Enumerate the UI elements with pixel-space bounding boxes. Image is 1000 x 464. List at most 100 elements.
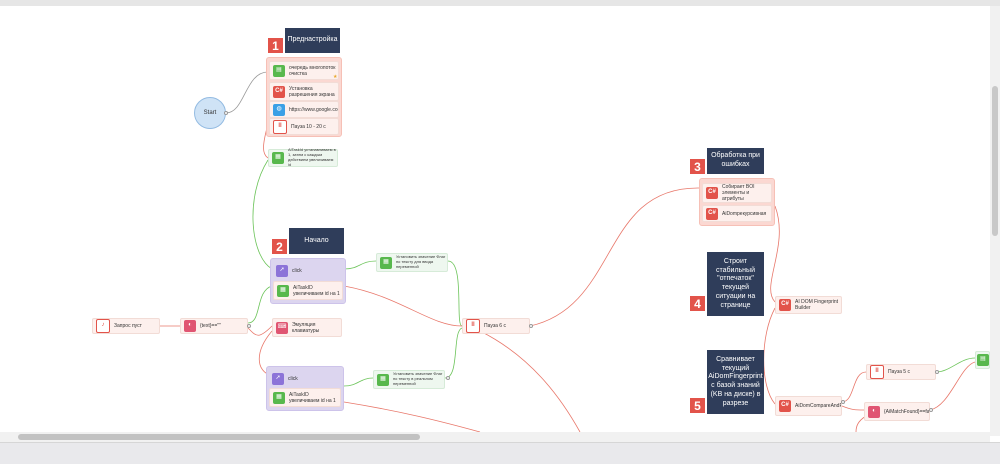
section-number-2: 2 bbox=[272, 239, 287, 254]
link-inc1-pause6 bbox=[343, 285, 463, 327]
node-set-resolution[interactable]: C# Установка разрешения экрана bbox=[269, 82, 339, 101]
section-number-1: 1 bbox=[268, 38, 283, 53]
link-fingerprint-compare bbox=[763, 307, 776, 405]
node-label: AI DOM Fingerprint Builder bbox=[795, 299, 839, 311]
node-label: Собирает BOI элементы и атрибуты bbox=[722, 184, 755, 202]
node-queue-clear[interactable]: ▤ очередь многопоток очистка bbox=[269, 61, 339, 80]
horizontal-scroll-thumb[interactable] bbox=[18, 434, 420, 440]
node-text-condition[interactable]: ◐ {text}=="" bbox=[180, 318, 248, 334]
node-label: AiTaskId устанавливаем в 1, затем с кажд… bbox=[288, 148, 336, 167]
star-icon: ★ bbox=[333, 74, 338, 80]
link-condition-click1 bbox=[247, 285, 273, 324]
node-ai-match-found[interactable]: ◐ {AiMatchFound}==false bbox=[864, 402, 930, 421]
node-document-end[interactable]: ▤ bbox=[975, 351, 990, 369]
vertical-scrollbar[interactable] bbox=[990, 6, 1000, 436]
link-aitask-click1 bbox=[252, 159, 273, 270]
section-number-4: 4 bbox=[690, 296, 705, 311]
grid-icon: ▦ bbox=[380, 256, 392, 269]
vertical-scroll-thumb[interactable] bbox=[992, 86, 998, 236]
link-compare-match bbox=[841, 405, 865, 411]
node-set-flag1[interactable]: ▦ Установить значение Флаг по тексту для… bbox=[376, 253, 448, 272]
node-ai-task-inc2[interactable]: ▦ AiTaskID увеличиваем id на 1 bbox=[269, 388, 341, 407]
document-icon: ▤ bbox=[977, 354, 989, 366]
node-ai-task-inc1[interactable]: ▦ AiTaskID увеличиваем id на 1 bbox=[273, 281, 343, 300]
node-label: Установка разрешения экрана bbox=[289, 85, 335, 98]
node-click2[interactable]: ➚ click bbox=[269, 370, 341, 387]
node-label: очередь многопоток очистка bbox=[289, 64, 336, 77]
link-pause6-down1 bbox=[479, 330, 581, 432]
node-label: AiDomрекурсивная bbox=[722, 210, 767, 217]
node-ai-dom-fingerprint[interactable]: C# AI DOM Fingerprint Builder bbox=[775, 296, 842, 314]
section-title-5: Сравнивает текущий AiDomFingerprint с ба… bbox=[707, 350, 764, 414]
pause-icon: II bbox=[870, 365, 884, 379]
node-label: {AiMatchFound}==false bbox=[884, 408, 929, 415]
start-node[interactable]: Start bbox=[194, 97, 226, 129]
cursor-icon: ➚ bbox=[276, 264, 288, 277]
node-label: Запрос пуст bbox=[114, 323, 142, 329]
port[interactable] bbox=[935, 370, 939, 374]
node-url[interactable]: ◍ https://www.google.com/ bbox=[269, 101, 339, 118]
link-flag2-pause6 bbox=[444, 327, 463, 379]
node-label: {text}=="" bbox=[200, 323, 221, 329]
section-title-4: Строит стабильный "отпечаток" текущей си… bbox=[707, 252, 764, 316]
section-title-3: Обработка при ошибках bbox=[707, 148, 764, 174]
port[interactable] bbox=[224, 111, 228, 115]
port[interactable] bbox=[247, 324, 251, 328]
grid-icon: ▦ bbox=[273, 391, 285, 404]
port[interactable] bbox=[446, 376, 450, 380]
link-click2-flag2 bbox=[343, 377, 374, 387]
node-query-empty[interactable]: ♪ Запрос пуст bbox=[92, 318, 160, 334]
grid-icon: ▦ bbox=[377, 373, 389, 386]
node-label: Пауза 5 с bbox=[888, 369, 910, 375]
node-ai-task-set[interactable]: ▦ AiTaskId устанавливаем в 1, затем с ка… bbox=[268, 148, 338, 167]
node-ai-dom-compare[interactable]: C# AiDomCompareAndPatch bbox=[775, 396, 842, 416]
cursor-icon: ➚ bbox=[272, 372, 284, 385]
horizontal-scrollbar[interactable] bbox=[0, 432, 990, 442]
link-inc2-down bbox=[343, 401, 481, 432]
link-start-group1 bbox=[225, 71, 269, 114]
section-title-2: Начало bbox=[289, 228, 344, 254]
node-pause-6[interactable]: II Пауза 6 с bbox=[462, 318, 530, 334]
globe-icon: ◍ bbox=[273, 103, 285, 116]
node-label: Установить значение Флаг по тексту в реа… bbox=[393, 372, 443, 386]
link-click1-flag1 bbox=[343, 260, 377, 270]
pause-icon: II bbox=[466, 319, 480, 333]
node-pause-5[interactable]: II Пауза 5 с bbox=[866, 364, 936, 380]
toggle-icon: ◐ bbox=[184, 320, 196, 332]
node-set-flag2[interactable]: ▦ Установить значение Флаг по тексту в р… bbox=[373, 370, 445, 389]
node-label: AiTaskID увеличиваем id на 1 bbox=[293, 284, 340, 297]
link-flag1-pause6 bbox=[447, 260, 463, 327]
toggle-icon: ◐ bbox=[868, 405, 880, 418]
node-collect-elements[interactable]: C# Собирает BOI элементы и атрибуты bbox=[702, 183, 772, 203]
connection-links bbox=[159, 71, 976, 432]
csharp-icon: C# bbox=[273, 85, 285, 98]
grid-icon: ▦ bbox=[272, 152, 284, 164]
node-ai-dom-recursive[interactable]: C# AiDomрекурсивная bbox=[702, 205, 772, 222]
grid-icon: ▦ bbox=[277, 284, 289, 297]
csharp-icon: C# bbox=[706, 187, 718, 199]
pause-icon: II bbox=[273, 119, 287, 134]
node-label: Установить значение Флаг по тексту для в… bbox=[396, 255, 446, 269]
start-label: Start bbox=[203, 110, 217, 116]
port[interactable] bbox=[929, 408, 933, 412]
node-label: click bbox=[288, 375, 298, 382]
node-label: Пауза 6 с bbox=[484, 323, 506, 329]
node-keyboard-emulation[interactable]: ⌨ Эмуляция клавиатуры bbox=[272, 318, 342, 337]
node-label: Пауза 10 - 20 с bbox=[291, 123, 326, 130]
node-label: AiDomCompareAndPatch bbox=[795, 403, 841, 409]
csharp-icon: C# bbox=[779, 299, 791, 311]
port[interactable] bbox=[529, 324, 533, 328]
port[interactable] bbox=[841, 400, 845, 404]
node-label: https://www.google.com/ bbox=[289, 106, 338, 113]
bell-icon: ♪ bbox=[96, 319, 110, 333]
section-number-3: 3 bbox=[690, 159, 705, 174]
link-condition-keyboard bbox=[247, 325, 273, 336]
link-compare-pause5 bbox=[841, 371, 867, 403]
node-label: Эмуляция клавиатуры bbox=[292, 321, 320, 334]
node-click1[interactable]: ➚ click bbox=[273, 262, 343, 279]
section-title-1: Преднастройка bbox=[285, 28, 340, 53]
node-pause-10-20[interactable]: II Пауза 10 - 20 с bbox=[269, 118, 339, 135]
bottom-panel-strip bbox=[0, 442, 1000, 464]
workflow-canvas[interactable]: Start 1 Преднастройка ▤ очередь многопот… bbox=[0, 6, 990, 432]
link-pause6-group3 bbox=[529, 187, 701, 327]
